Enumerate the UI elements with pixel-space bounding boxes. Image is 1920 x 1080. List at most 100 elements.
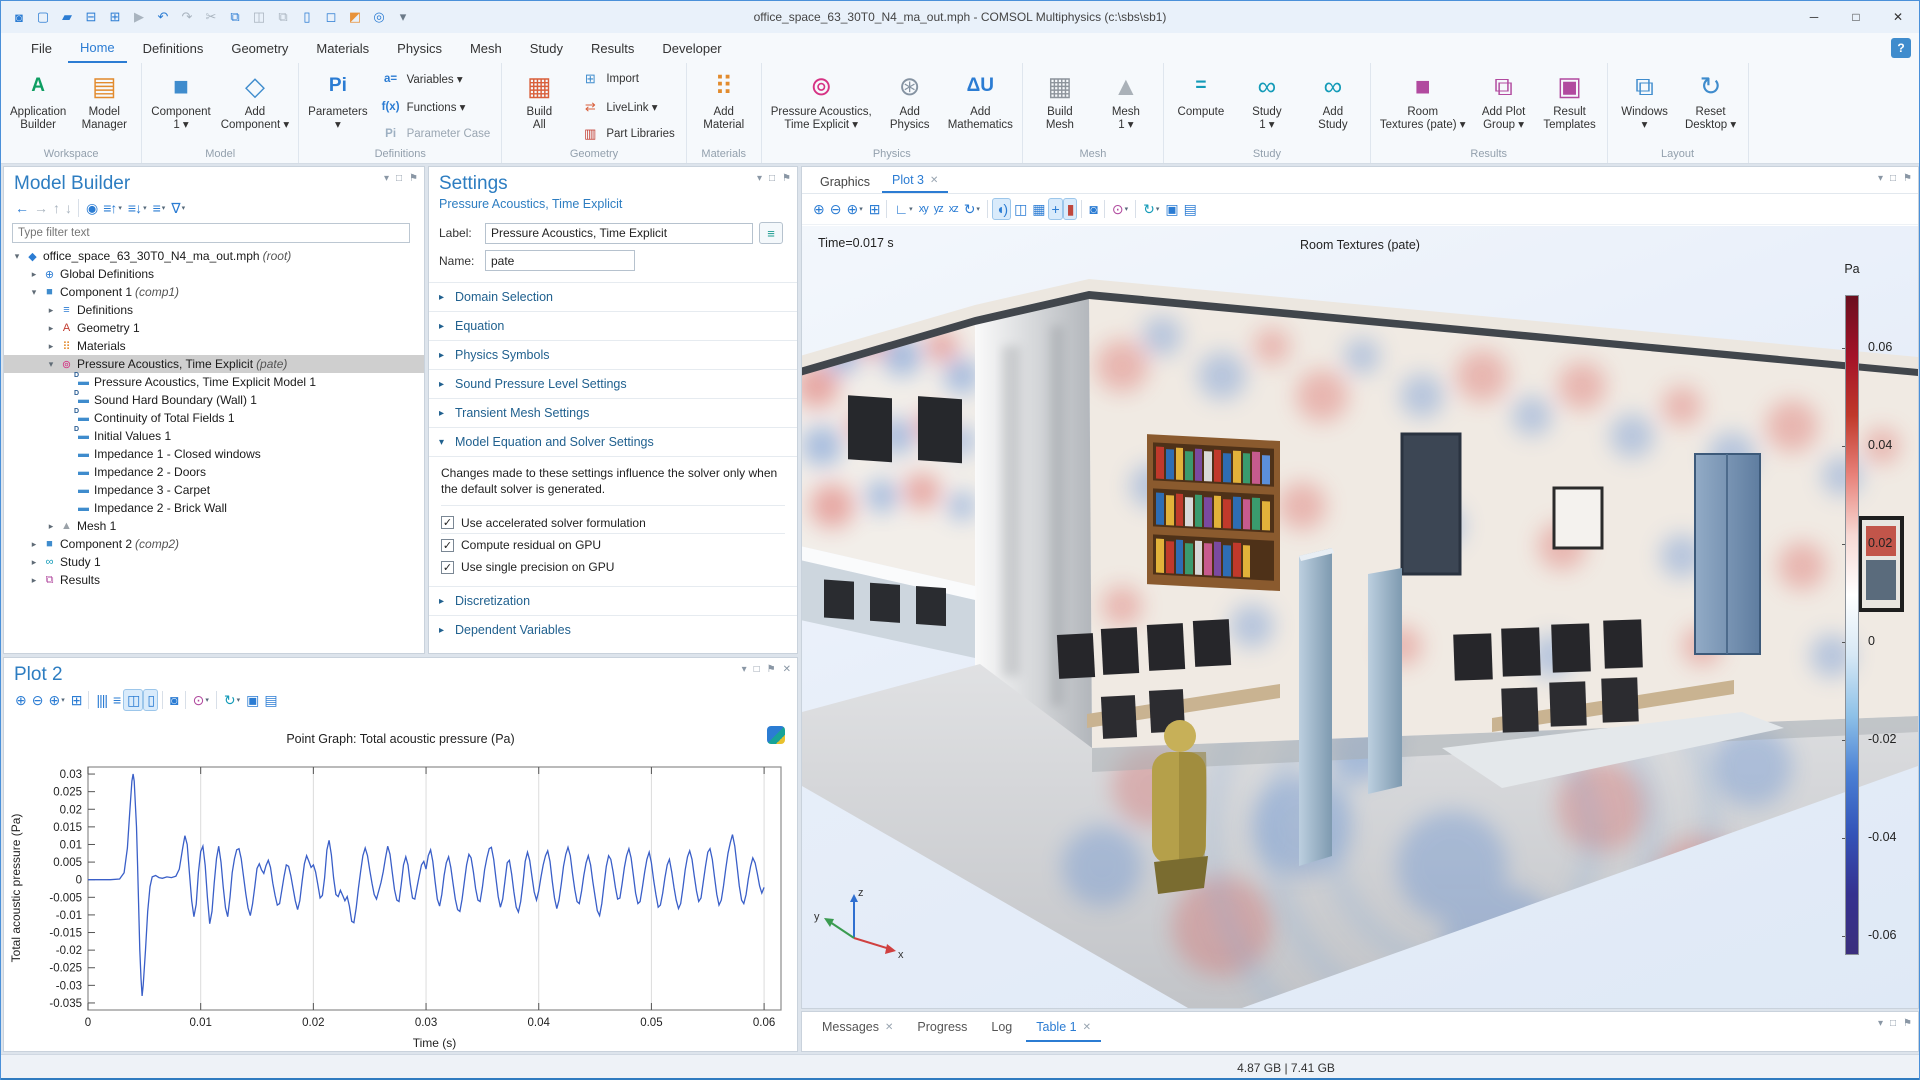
application-builder-button[interactable]: A Application Builder — [5, 67, 71, 146]
collapse-ribbon-icon[interactable]: ▾ — [393, 7, 413, 27]
pin-icon[interactable]: ⚑ — [782, 173, 791, 184]
tab-graphics[interactable]: Graphics — [810, 171, 880, 193]
menu-materials[interactable]: Materials — [304, 33, 381, 63]
expander-icon[interactable]: ▾ — [10, 251, 24, 262]
gfx-palette-icon[interactable]: ⊙ ▾ — [1109, 198, 1131, 220]
gfx-zoom-box-icon[interactable]: ⊕ ▾ — [843, 198, 865, 220]
search-icon[interactable]: ◎ — [369, 7, 389, 27]
tab-progress[interactable]: Progress — [907, 1012, 977, 1040]
result-templates-button[interactable]: ▣ Result Templates — [1537, 67, 1603, 146]
menu-physics[interactable]: Physics — [385, 33, 454, 63]
move-down-icon[interactable]: ↓ — [62, 197, 74, 219]
copy-icon[interactable]: ⧉ — [225, 7, 245, 27]
menu-definitions[interactable]: Definitions — [131, 33, 216, 63]
section-sound-pressure-level-settings[interactable]: ▸ Sound Pressure Level Settings — [429, 369, 797, 398]
wireframe-icon[interactable]: ▦ — [1029, 198, 1047, 220]
compute-residual-on-gpu-checkbox[interactable]: ✓ — [441, 538, 454, 552]
tree-item[interactable]: ▬ Impedance 1 - Closed windows — [4, 445, 424, 463]
add-mathematics-button[interactable]: ΔU Add Mathematics — [943, 67, 1018, 146]
duplicate-icon[interactable]: ⧉ — [273, 7, 293, 27]
expander-icon[interactable]: ▸ — [27, 269, 41, 280]
filter-input[interactable] — [12, 223, 410, 243]
float-icon[interactable]: □ — [769, 173, 775, 184]
label-field[interactable] — [485, 222, 753, 244]
highlight-icon[interactable]: ◩ — [345, 7, 365, 27]
tree-item[interactable]: ▬ Impedance 3 - Carpet — [4, 481, 424, 499]
section-domain-selection[interactable]: ▸ Domain Selection — [429, 282, 797, 311]
functions-button[interactable]: f(x) Functions ▾ — [377, 97, 494, 117]
tree-item[interactable]: ▾ ◆ office_space_63_30T0_N4_ma_out.mph (roo… — [4, 247, 424, 265]
show-color-legend-icon[interactable]: ▮ — [1062, 198, 1078, 220]
comsol-app-icon[interactable]: ◙ — [9, 7, 29, 27]
pressure-acoustics-time-explicit-button[interactable]: ⊚ Pressure Acoustics, Time Explicit ▾ — [766, 67, 877, 146]
section-transient-mesh-settings[interactable]: ▸ Transient Mesh Settings — [429, 398, 797, 427]
minimize-icon[interactable]: ─ — [1793, 1, 1835, 33]
run-icon[interactable]: ▶ — [129, 7, 149, 27]
panel-menu-icon[interactable]: ▾ — [384, 173, 389, 184]
menu-mesh[interactable]: Mesh — [458, 33, 514, 63]
expander-icon[interactable]: ▸ — [44, 305, 58, 316]
build-mesh-button[interactable]: ▦ Build Mesh — [1027, 67, 1093, 146]
tab-messages[interactable]: Messages ✕ — [812, 1012, 903, 1040]
menu-developer[interactable]: Developer — [650, 33, 733, 63]
tree-item[interactable]: ▬ D Continuity of Total Fields 1 — [4, 408, 424, 427]
paste-icon[interactable]: ◫ — [249, 7, 269, 27]
part-libraries-button[interactable]: ▥ Part Libraries — [576, 124, 677, 144]
panel-menu-icon[interactable]: ▾ — [1878, 173, 1883, 184]
menu-results[interactable]: Results — [579, 33, 646, 63]
add-physics-button[interactable]: ⊛ Add Physics — [877, 67, 943, 146]
close-tab-icon[interactable]: ✕ — [1083, 1022, 1091, 1033]
expander-icon[interactable]: ▸ — [27, 575, 41, 586]
save-icon[interactable]: ⊟ — [81, 7, 101, 27]
tree-item[interactable]: ▸ ⧉ Results — [4, 571, 424, 589]
gfx-print-icon[interactable]: ▤ — [1181, 198, 1199, 220]
view-xy-icon[interactable]: xy — [916, 198, 931, 220]
add-plot-group-button[interactable]: ⧉ Add Plot Group ▾ — [1471, 67, 1537, 146]
add-component-button[interactable]: ◇ Add Component ▾ — [216, 67, 294, 146]
compute-button[interactable]: = Compute — [1168, 67, 1234, 146]
point-graph-chart[interactable]: 0 0.01 0.02 0.03 0.04 0.05 0.06 0.03 0.025 0.02 0.… — [4, 658, 799, 1053]
transparency-icon[interactable]: ◫ — [1011, 198, 1029, 220]
new-file-icon[interactable]: ▢ — [33, 7, 53, 27]
import-button[interactable]: ⊞ Import — [576, 69, 677, 89]
tree-item[interactable]: ▬ D Initial Values 1 — [4, 426, 424, 445]
room-textures-button[interactable]: ■ Room Textures (pate) ▾ — [1375, 67, 1471, 146]
node-text-icon[interactable]: ≡ ▾ — [150, 197, 169, 219]
expander-icon[interactable]: ▸ — [27, 539, 41, 550]
component-1-button[interactable]: ■ Component 1 ▾ — [146, 67, 215, 146]
livelink-button[interactable]: ⇄ LiveLink ▾ — [576, 97, 677, 117]
add-material-button[interactable]: ⠿ Add Material — [691, 67, 757, 146]
gfx-lock-icon[interactable]: ◙ — [1086, 198, 1099, 220]
tab-log[interactable]: Log — [981, 1012, 1022, 1040]
3d-scene[interactable]: z x y Time=0.017 s Room Textures (pate) … — [802, 226, 1918, 1008]
filter-funnel-icon[interactable]: ∇ ▾ — [168, 197, 188, 219]
notes-icon[interactable]: ≡ — [759, 222, 783, 244]
tab-plot-3[interactable]: Plot 3 ✕ — [882, 169, 949, 193]
menu-file[interactable]: File — [19, 33, 64, 63]
tree-item[interactable]: ▬ D Pressure Acoustics, Time Explicit Mode… — [4, 372, 424, 391]
gfx-zoom-extents-icon[interactable]: ⊞ — [866, 198, 883, 220]
close-tab-icon[interactable]: ✕ — [930, 175, 938, 186]
help-button[interactable]: ? — [1891, 38, 1911, 58]
undo-icon[interactable]: ↶ — [153, 7, 173, 27]
tree-item[interactable]: ▸ ∞ Study 1 — [4, 553, 424, 571]
delete-icon[interactable]: ▯ — [297, 7, 317, 27]
expander-icon[interactable]: ▸ — [44, 341, 58, 352]
tree-item[interactable]: ▸ ⠿ Materials — [4, 337, 424, 355]
expander-icon[interactable]: ▾ — [27, 287, 41, 298]
animate-icon[interactable]: ↻ ▾ — [1140, 198, 1162, 220]
windows-button[interactable]: ⧉ Windows ▾ — [1612, 67, 1678, 146]
pin-icon[interactable]: ⚑ — [1903, 1018, 1912, 1029]
view-xz-icon[interactable]: xz — [946, 198, 961, 220]
expander-icon[interactable]: ▾ — [44, 359, 58, 370]
redo-icon[interactable]: ↷ — [177, 7, 197, 27]
gfx-snapshot-icon[interactable]: ▣ — [1162, 198, 1180, 220]
use-accelerated-solver-formulation-checkbox[interactable]: ✓ — [441, 516, 454, 529]
reset-desktop-button[interactable]: ↻ Reset Desktop ▾ — [1678, 67, 1744, 146]
maximize-icon[interactable]: □ — [1835, 1, 1877, 33]
tree-item[interactable]: ▸ ■ Component 2 (comp2) — [4, 535, 424, 553]
tree-item[interactable]: ▬ Impedance 2 - Brick Wall — [4, 499, 424, 517]
tree-item[interactable]: ▬ Impedance 2 - Doors — [4, 463, 424, 481]
panel-menu-icon[interactable]: ▾ — [1878, 1018, 1883, 1029]
tree-item[interactable]: ▾ ■ Component 1 (comp1) — [4, 283, 424, 301]
